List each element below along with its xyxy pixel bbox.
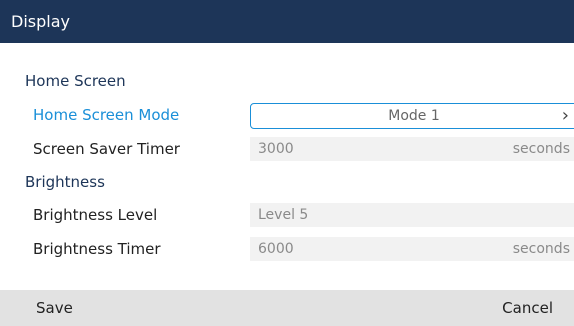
chevron-right-icon: ›	[561, 105, 569, 126]
screen-saver-timer-field[interactable]: 3000 seconds	[250, 137, 574, 161]
home-screen-mode-label[interactable]: Home Screen Mode	[33, 106, 179, 124]
brightness-timer-unit: seconds	[512, 241, 570, 257]
cancel-button[interactable]: Cancel	[502, 290, 553, 326]
home-screen-mode-select[interactable]: Mode 1 ›	[250, 103, 574, 129]
screen-saver-timer-label: Screen Saver Timer	[33, 140, 180, 158]
section-home-screen: Home Screen	[25, 72, 126, 90]
softkey-bar: Save Cancel	[0, 290, 574, 326]
screen-saver-timer-value: 3000	[258, 141, 294, 157]
section-brightness: Brightness	[25, 173, 105, 191]
brightness-timer-field[interactable]: 6000 seconds	[250, 237, 574, 261]
brightness-level-value: Level 5	[258, 207, 309, 223]
brightness-timer-label: Brightness Timer	[33, 240, 161, 258]
home-screen-mode-value: Mode 1	[388, 108, 440, 124]
screen-saver-timer-unit: seconds	[512, 141, 570, 157]
brightness-level-label: Brightness Level	[33, 206, 158, 224]
page-title: Display	[11, 12, 70, 31]
brightness-timer-value: 6000	[258, 241, 294, 257]
save-button[interactable]: Save	[36, 290, 73, 326]
title-bar: Display	[0, 0, 574, 43]
brightness-level-field[interactable]: Level 5	[250, 203, 574, 227]
